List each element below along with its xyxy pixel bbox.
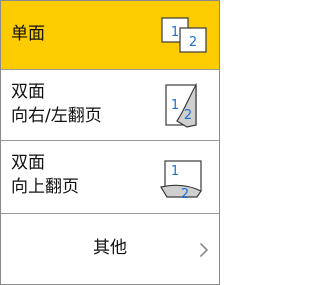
option-two-sided-flip-right-left[interactable]: 双面 向右/左翻页 1 2	[1, 69, 219, 140]
chevron-right-icon	[200, 243, 208, 257]
short-edge-front-digit: 1	[171, 164, 179, 179]
short-edge-back-digit: 2	[181, 187, 189, 201]
long-edge-back-digit: 2	[184, 108, 192, 123]
option-two-sided-up-line1: 双面	[11, 153, 45, 173]
option-two-sided-lr-label: 双面 向右/左翻页	[11, 80, 102, 128]
option-one-sided[interactable]: 单面 1 2	[1, 1, 219, 69]
option-two-sided-up-line2: 向上翻页	[11, 177, 79, 197]
two-sided-short-edge-icon: 1 2	[160, 160, 202, 201]
option-two-sided-lr-line2: 向右/左翻页	[11, 106, 102, 126]
two-sided-long-edge-icon: 1 2	[165, 83, 197, 128]
duplex-options-panel: 单面 1 2 双面 向右/左翻页 1 2 双面 向上翻页 1 2 其他	[0, 0, 220, 285]
one-sided-icon: 1 2	[161, 17, 207, 53]
option-two-sided-up-label: 双面 向上翻页	[11, 151, 79, 199]
option-more-label: 其他	[93, 238, 127, 258]
one-sided-front-digit: 1	[171, 25, 179, 40]
option-two-sided-flip-up[interactable]: 双面 向上翻页 1 2	[1, 140, 219, 213]
one-sided-back-digit: 2	[189, 35, 197, 50]
option-two-sided-lr-line1: 双面	[11, 82, 45, 102]
option-more[interactable]: 其他	[1, 213, 219, 284]
option-one-sided-label: 单面	[11, 24, 45, 44]
long-edge-front-digit: 1	[171, 98, 179, 113]
